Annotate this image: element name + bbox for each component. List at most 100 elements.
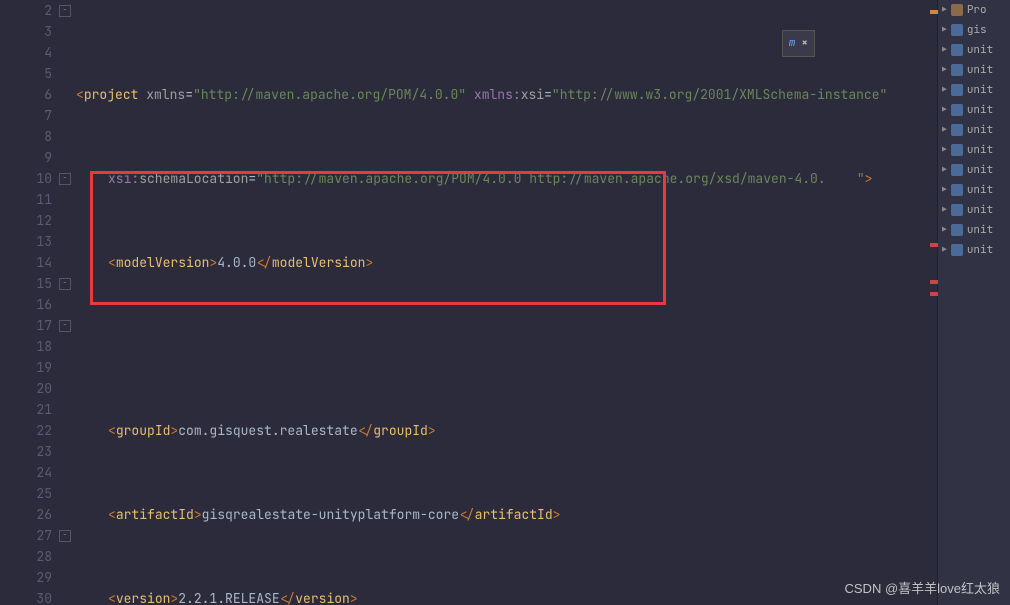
project-tree-label: unit — [967, 120, 993, 141]
error-stripe-mark[interactable] — [930, 243, 938, 247]
maven-hint-popup[interactable]: m × — [782, 30, 815, 57]
fold-column: − − − − − — [58, 0, 72, 605]
line-number: 27 — [0, 525, 52, 546]
close-icon[interactable]: × — [801, 33, 808, 54]
line-number: 4 — [0, 42, 52, 63]
line-number: 6 — [0, 84, 52, 105]
project-tree-item[interactable]: ▶ unit — [938, 100, 1010, 120]
line-number: 17 — [0, 315, 52, 336]
project-tree-item[interactable]: ▶ unit — [938, 220, 1010, 240]
line-number: 21 — [0, 399, 52, 420]
line-number: 24 — [0, 462, 52, 483]
project-tree-label: unit — [967, 160, 993, 181]
error-stripe-mark[interactable] — [930, 280, 938, 284]
line-number: 14 — [0, 252, 52, 273]
project-tree-item[interactable]: ▶ unit — [938, 240, 1010, 260]
module-icon — [951, 84, 963, 96]
code-line: <project xmlns="http://maven.apache.org/… — [76, 84, 937, 105]
line-number: 20 — [0, 378, 52, 399]
project-tree-item[interactable]: ▶ Pro — [938, 0, 1010, 20]
line-number: 8 — [0, 126, 52, 147]
line-number: 22 — [0, 420, 52, 441]
project-tree-label: Pro — [967, 0, 987, 21]
code-line: <modelVersion>4.0.0</modelVersion> — [76, 252, 937, 273]
chevron-right-icon: ▶ — [942, 0, 947, 21]
line-number: 15 — [0, 273, 52, 294]
fold-toggle[interactable]: − — [59, 530, 71, 542]
project-tree-item[interactable]: ▶unit — [938, 180, 1010, 200]
project-tree-item[interactable]: ▶ unit — [938, 200, 1010, 220]
project-tree-item[interactable]: ▶gis — [938, 20, 1010, 40]
module-icon — [951, 124, 963, 136]
highlight-box — [90, 171, 666, 305]
code-line: <artifactId>gisqrealestate-unityplatform… — [76, 504, 937, 525]
line-number: 25 — [0, 483, 52, 504]
code-editor: 2345678910111213141516171819202122232425… — [0, 0, 1010, 605]
project-tree-item[interactable]: ▶ unit — [938, 60, 1010, 80]
line-number: 10 — [0, 168, 52, 189]
line-number: 13 — [0, 231, 52, 252]
code-area[interactable]: <project xmlns="http://maven.apache.org/… — [72, 0, 937, 605]
maven-icon: m — [789, 33, 796, 54]
chevron-right-icon: ▶ — [942, 40, 947, 61]
chevron-right-icon: ▶ — [942, 220, 947, 241]
module-icon — [951, 104, 963, 116]
project-tree-label: unit — [967, 240, 993, 261]
line-number: 30 — [0, 588, 52, 605]
line-number: 12 — [0, 210, 52, 231]
project-tree-label: unit — [967, 60, 993, 81]
chevron-right-icon: ▶ — [942, 20, 947, 41]
code-line: <groupId>com.gisquest.realestate</groupI… — [76, 420, 937, 441]
project-tree-item[interactable]: ▶ unit — [938, 120, 1010, 140]
fold-toggle[interactable]: − — [59, 5, 71, 17]
line-number: 23 — [0, 441, 52, 462]
project-tree-label: unit — [967, 140, 993, 161]
fold-toggle[interactable]: − — [59, 278, 71, 290]
module-icon — [951, 204, 963, 216]
project-tree-item[interactable]: ▶ unit — [938, 40, 1010, 60]
error-stripe-mark[interactable] — [930, 292, 938, 296]
line-number: 26 — [0, 504, 52, 525]
chevron-right-icon: ▶ — [942, 100, 947, 121]
fold-toggle[interactable]: − — [59, 173, 71, 185]
line-number-gutter: 2345678910111213141516171819202122232425… — [0, 0, 58, 605]
error-stripe[interactable] — [928, 0, 938, 605]
project-tree-item[interactable]: ▶ unit — [938, 80, 1010, 100]
project-tree-label: unit — [967, 220, 993, 241]
project-tool-window[interactable]: ▶Pro▶gis▶unit▶unit▶unit▶unit▶unit▶unit▶u… — [937, 0, 1010, 605]
line-number: 18 — [0, 336, 52, 357]
chevron-right-icon: ▶ — [942, 140, 947, 161]
line-number: 9 — [0, 147, 52, 168]
chevron-right-icon: ▶ — [942, 240, 947, 261]
chevron-right-icon: ▶ — [942, 160, 947, 181]
module-icon — [951, 64, 963, 76]
chevron-right-icon: ▶ — [942, 60, 947, 81]
fold-toggle[interactable]: − — [59, 320, 71, 332]
chevron-right-icon: ▶ — [942, 200, 947, 221]
chevron-right-icon: ▶ — [942, 80, 947, 101]
line-number: 7 — [0, 105, 52, 126]
project-tree-item[interactable]: ▶ unit — [938, 140, 1010, 160]
project-tree-label: unit — [967, 100, 993, 121]
line-number: 16 — [0, 294, 52, 315]
module-icon — [951, 184, 963, 196]
module-icon — [951, 4, 963, 16]
chevron-right-icon: ▶ — [942, 120, 947, 141]
line-number: 19 — [0, 357, 52, 378]
module-icon — [951, 244, 963, 256]
project-tree-label: unit — [967, 200, 993, 221]
module-icon — [951, 144, 963, 156]
error-stripe-mark[interactable] — [930, 10, 938, 14]
module-icon — [951, 44, 963, 56]
project-tree-label: unit — [967, 40, 993, 61]
line-number: 5 — [0, 63, 52, 84]
project-tree-label: unit — [967, 80, 993, 101]
code-line: <version>2.2.1.RELEASE</version> — [76, 588, 937, 605]
module-icon — [951, 164, 963, 176]
code-line: xsi:schemaLocation="http://maven.apache.… — [76, 168, 937, 189]
line-number: 28 — [0, 546, 52, 567]
module-icon — [951, 24, 963, 36]
project-tree-item[interactable]: ▶ unit — [938, 160, 1010, 180]
chevron-right-icon: ▶ — [942, 180, 947, 201]
line-number: 3 — [0, 21, 52, 42]
